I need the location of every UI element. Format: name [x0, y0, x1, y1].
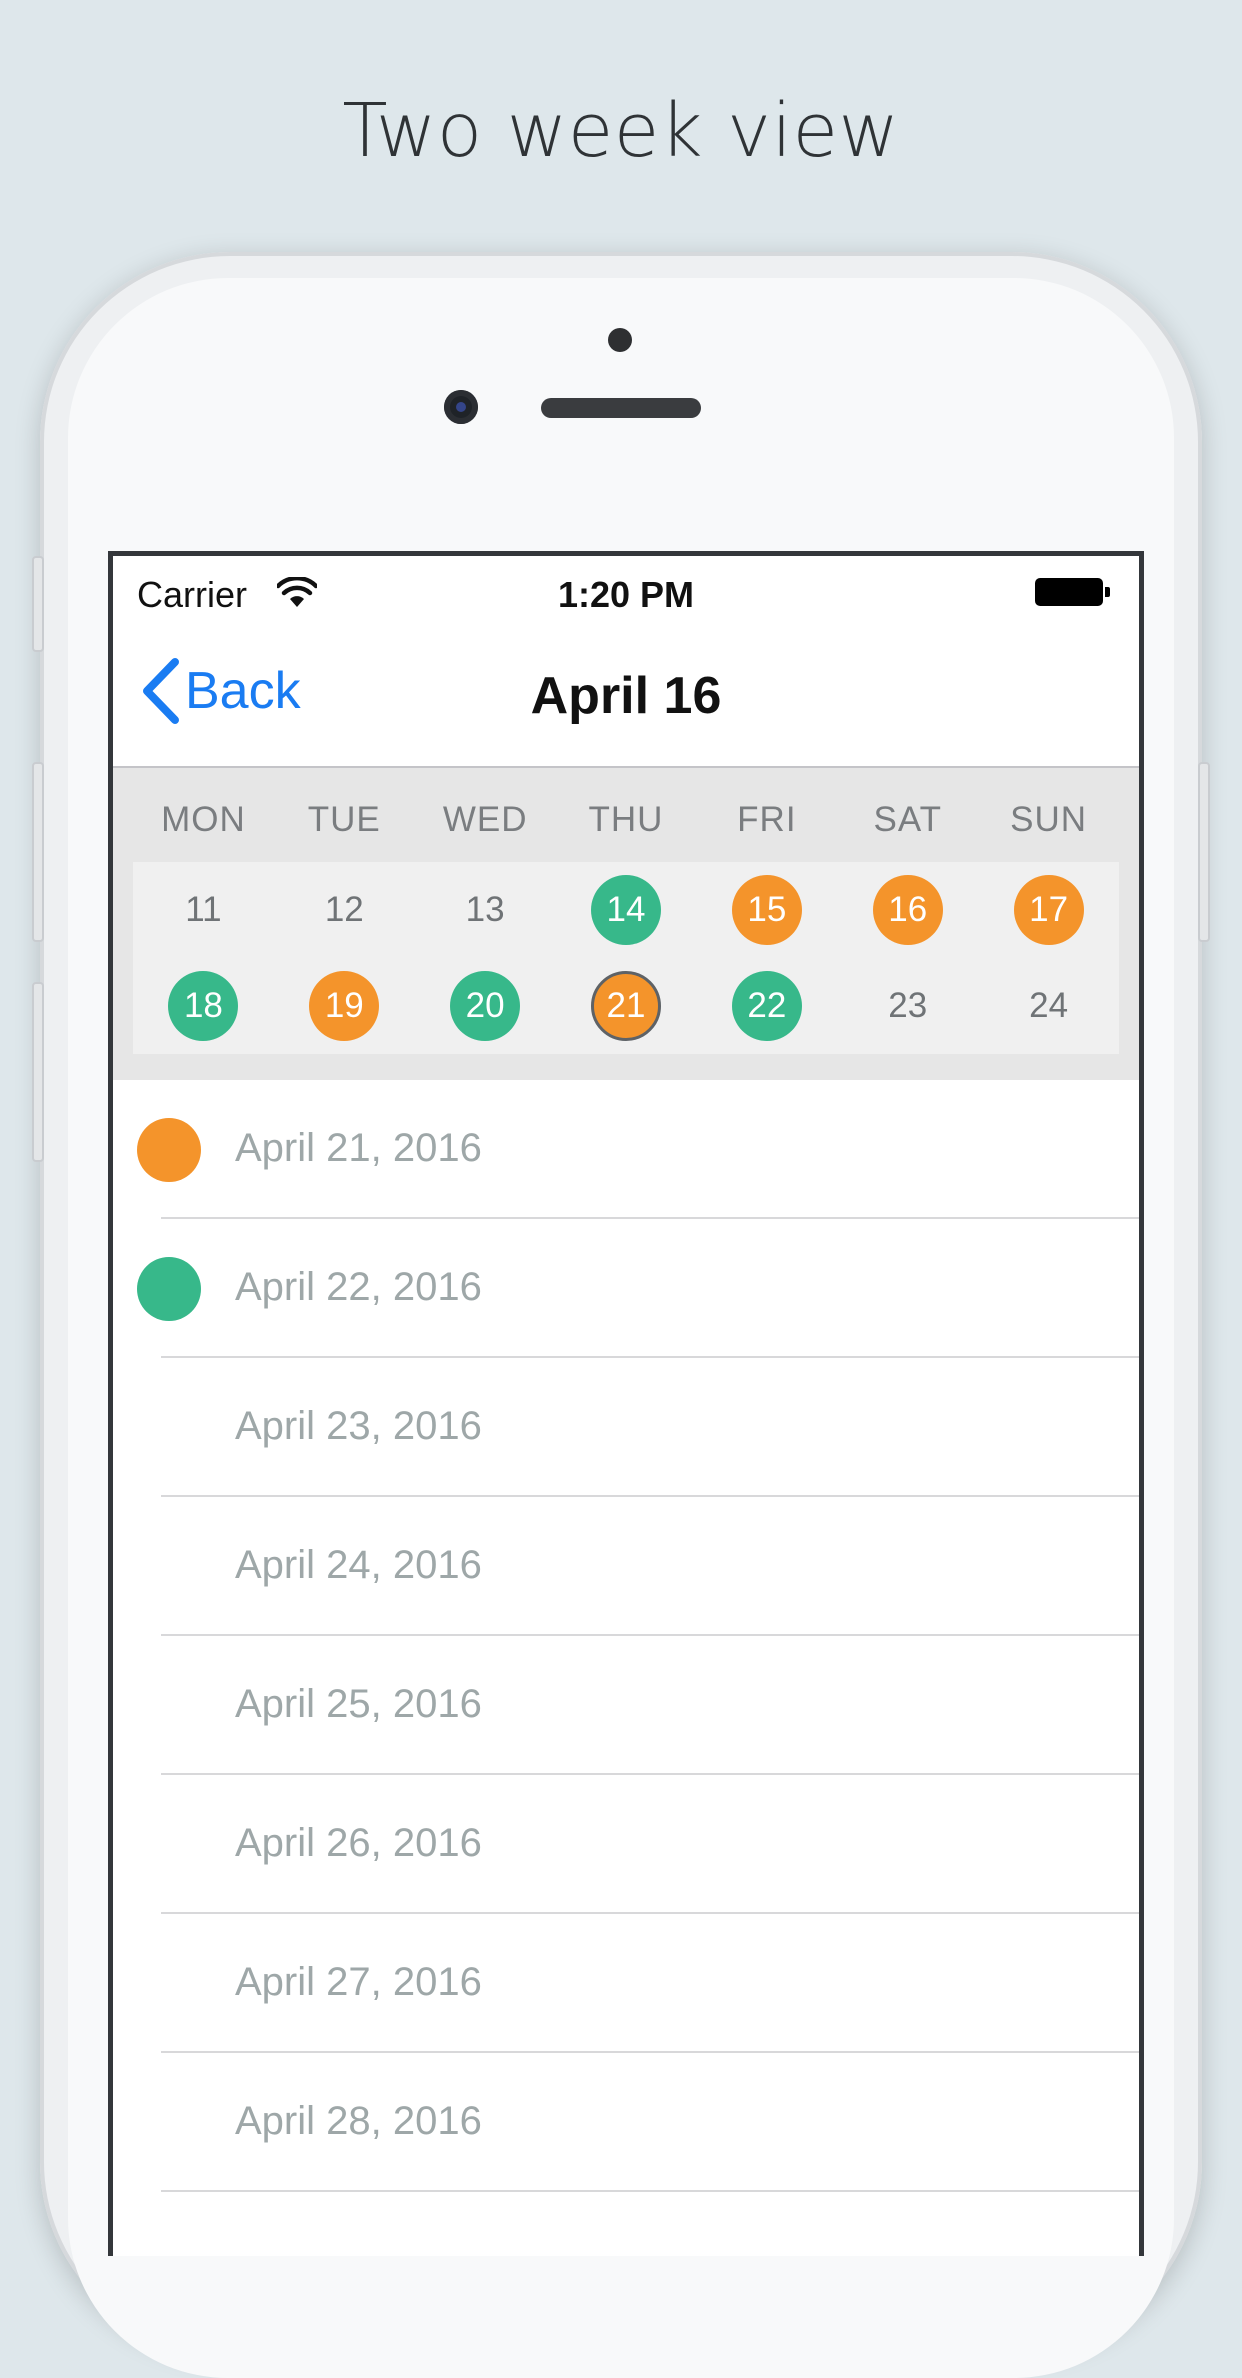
weekday-header: MON TUE WED THU FRI SAT SUN [133, 790, 1119, 850]
volume-up-button [32, 762, 44, 942]
status-dot [137, 1813, 201, 1877]
day-cell[interactable]: 24 [978, 958, 1119, 1054]
day-number: 16 [872, 875, 943, 945]
day-number: 15 [731, 875, 802, 945]
list-item-date: April 21, 2016 [235, 1126, 482, 1170]
day-cell[interactable]: 14 [556, 862, 697, 958]
list-item[interactable]: April 22, 2016 [113, 1219, 1139, 1358]
status-dot [137, 1674, 201, 1738]
day-number: 19 [309, 971, 380, 1041]
list-item[interactable]: April 21, 2016 [113, 1080, 1139, 1219]
navigation-bar: Back April 16 [113, 622, 1139, 768]
day-number: 18 [168, 971, 239, 1041]
day-cell[interactable]: 23 [837, 958, 978, 1054]
list-item-date: April 23, 2016 [235, 1404, 482, 1448]
week-row: 18 19 20 21 22 23 24 [133, 958, 1119, 1054]
day-number: 22 [731, 971, 802, 1041]
day-cell[interactable]: 22 [696, 958, 837, 1054]
list-item[interactable]: April 27, 2016 [113, 1914, 1139, 2053]
status-dot [137, 1118, 201, 1182]
day-number: 17 [1013, 875, 1084, 945]
weekday-label: SUN [1010, 800, 1088, 839]
day-number: 21 [591, 971, 661, 1041]
status-time: 1:20 PM [557, 574, 695, 615]
day-number: 12 [324, 890, 364, 929]
day-cell[interactable]: 13 [415, 862, 556, 958]
volume-down-button [32, 982, 44, 1162]
day-cell-selected[interactable]: 21 [556, 958, 697, 1054]
status-dot [137, 1952, 201, 2016]
front-camera [444, 390, 478, 424]
list-item[interactable]: April 23, 2016 [113, 1358, 1139, 1497]
day-number: 14 [591, 875, 661, 945]
list-item[interactable]: April 25, 2016 [113, 1636, 1139, 1775]
mute-switch [32, 556, 44, 652]
day-number: 11 [185, 890, 222, 929]
sensor-dot [608, 328, 632, 352]
weekday-label: THU [588, 800, 664, 839]
list-item-date: April 28, 2016 [235, 2099, 482, 2143]
day-cell[interactable]: 11 [133, 862, 274, 958]
day-cell[interactable]: 16 [837, 862, 978, 958]
day-cell[interactable]: 17 [978, 862, 1119, 958]
list-item-date: April 27, 2016 [235, 1960, 482, 2004]
earpiece-speaker [541, 398, 701, 418]
promo-title: Two week view [342, 88, 900, 174]
phone-screen: Carrier 1:20 PM Back April 16 MON TUE WE [108, 551, 1144, 2256]
weekday-label: MON [161, 800, 246, 839]
day-cell[interactable]: 20 [415, 958, 556, 1054]
status-dot [137, 1396, 201, 1460]
list-item-date: April 22, 2016 [235, 1265, 482, 1309]
page-title: April 16 [530, 667, 722, 725]
two-week-calendar: MON TUE WED THU FRI SAT SUN 11 12 13 14 … [113, 768, 1139, 1080]
status-dot [137, 2091, 201, 2155]
battery-icon [1035, 578, 1110, 606]
day-cell[interactable]: 12 [274, 862, 415, 958]
weekday-label: SAT [873, 800, 942, 839]
list-item-date: April 24, 2016 [235, 1543, 482, 1587]
power-button [1198, 762, 1210, 942]
date-list: April 21, 2016 April 22, 2016 April 23, … [113, 1080, 1139, 2192]
day-cell[interactable]: 15 [696, 862, 837, 958]
day-number: 23 [888, 986, 928, 1025]
weekday-label: FRI [737, 800, 797, 839]
day-number: 13 [465, 890, 505, 929]
day-grid: 11 12 13 14 15 16 17 18 19 20 21 22 23 2… [133, 862, 1119, 1054]
week-row: 11 12 13 14 15 16 17 [133, 862, 1119, 958]
list-item-date: April 25, 2016 [235, 1682, 482, 1726]
list-item[interactable]: April 28, 2016 [113, 2053, 1139, 2192]
status-dot [137, 1257, 201, 1321]
day-cell[interactable]: 18 [133, 958, 274, 1054]
weekday-label: WED [442, 800, 528, 839]
status-bar: Carrier 1:20 PM [113, 556, 1139, 622]
weekday-label: TUE [307, 800, 381, 839]
status-dot [137, 1535, 201, 1599]
day-number: 24 [1029, 986, 1069, 1025]
list-item[interactable]: April 26, 2016 [113, 1775, 1139, 1914]
day-cell[interactable]: 19 [274, 958, 415, 1054]
list-item-date: April 26, 2016 [235, 1821, 482, 1865]
day-number: 20 [450, 971, 521, 1041]
list-item[interactable]: April 24, 2016 [113, 1497, 1139, 1636]
